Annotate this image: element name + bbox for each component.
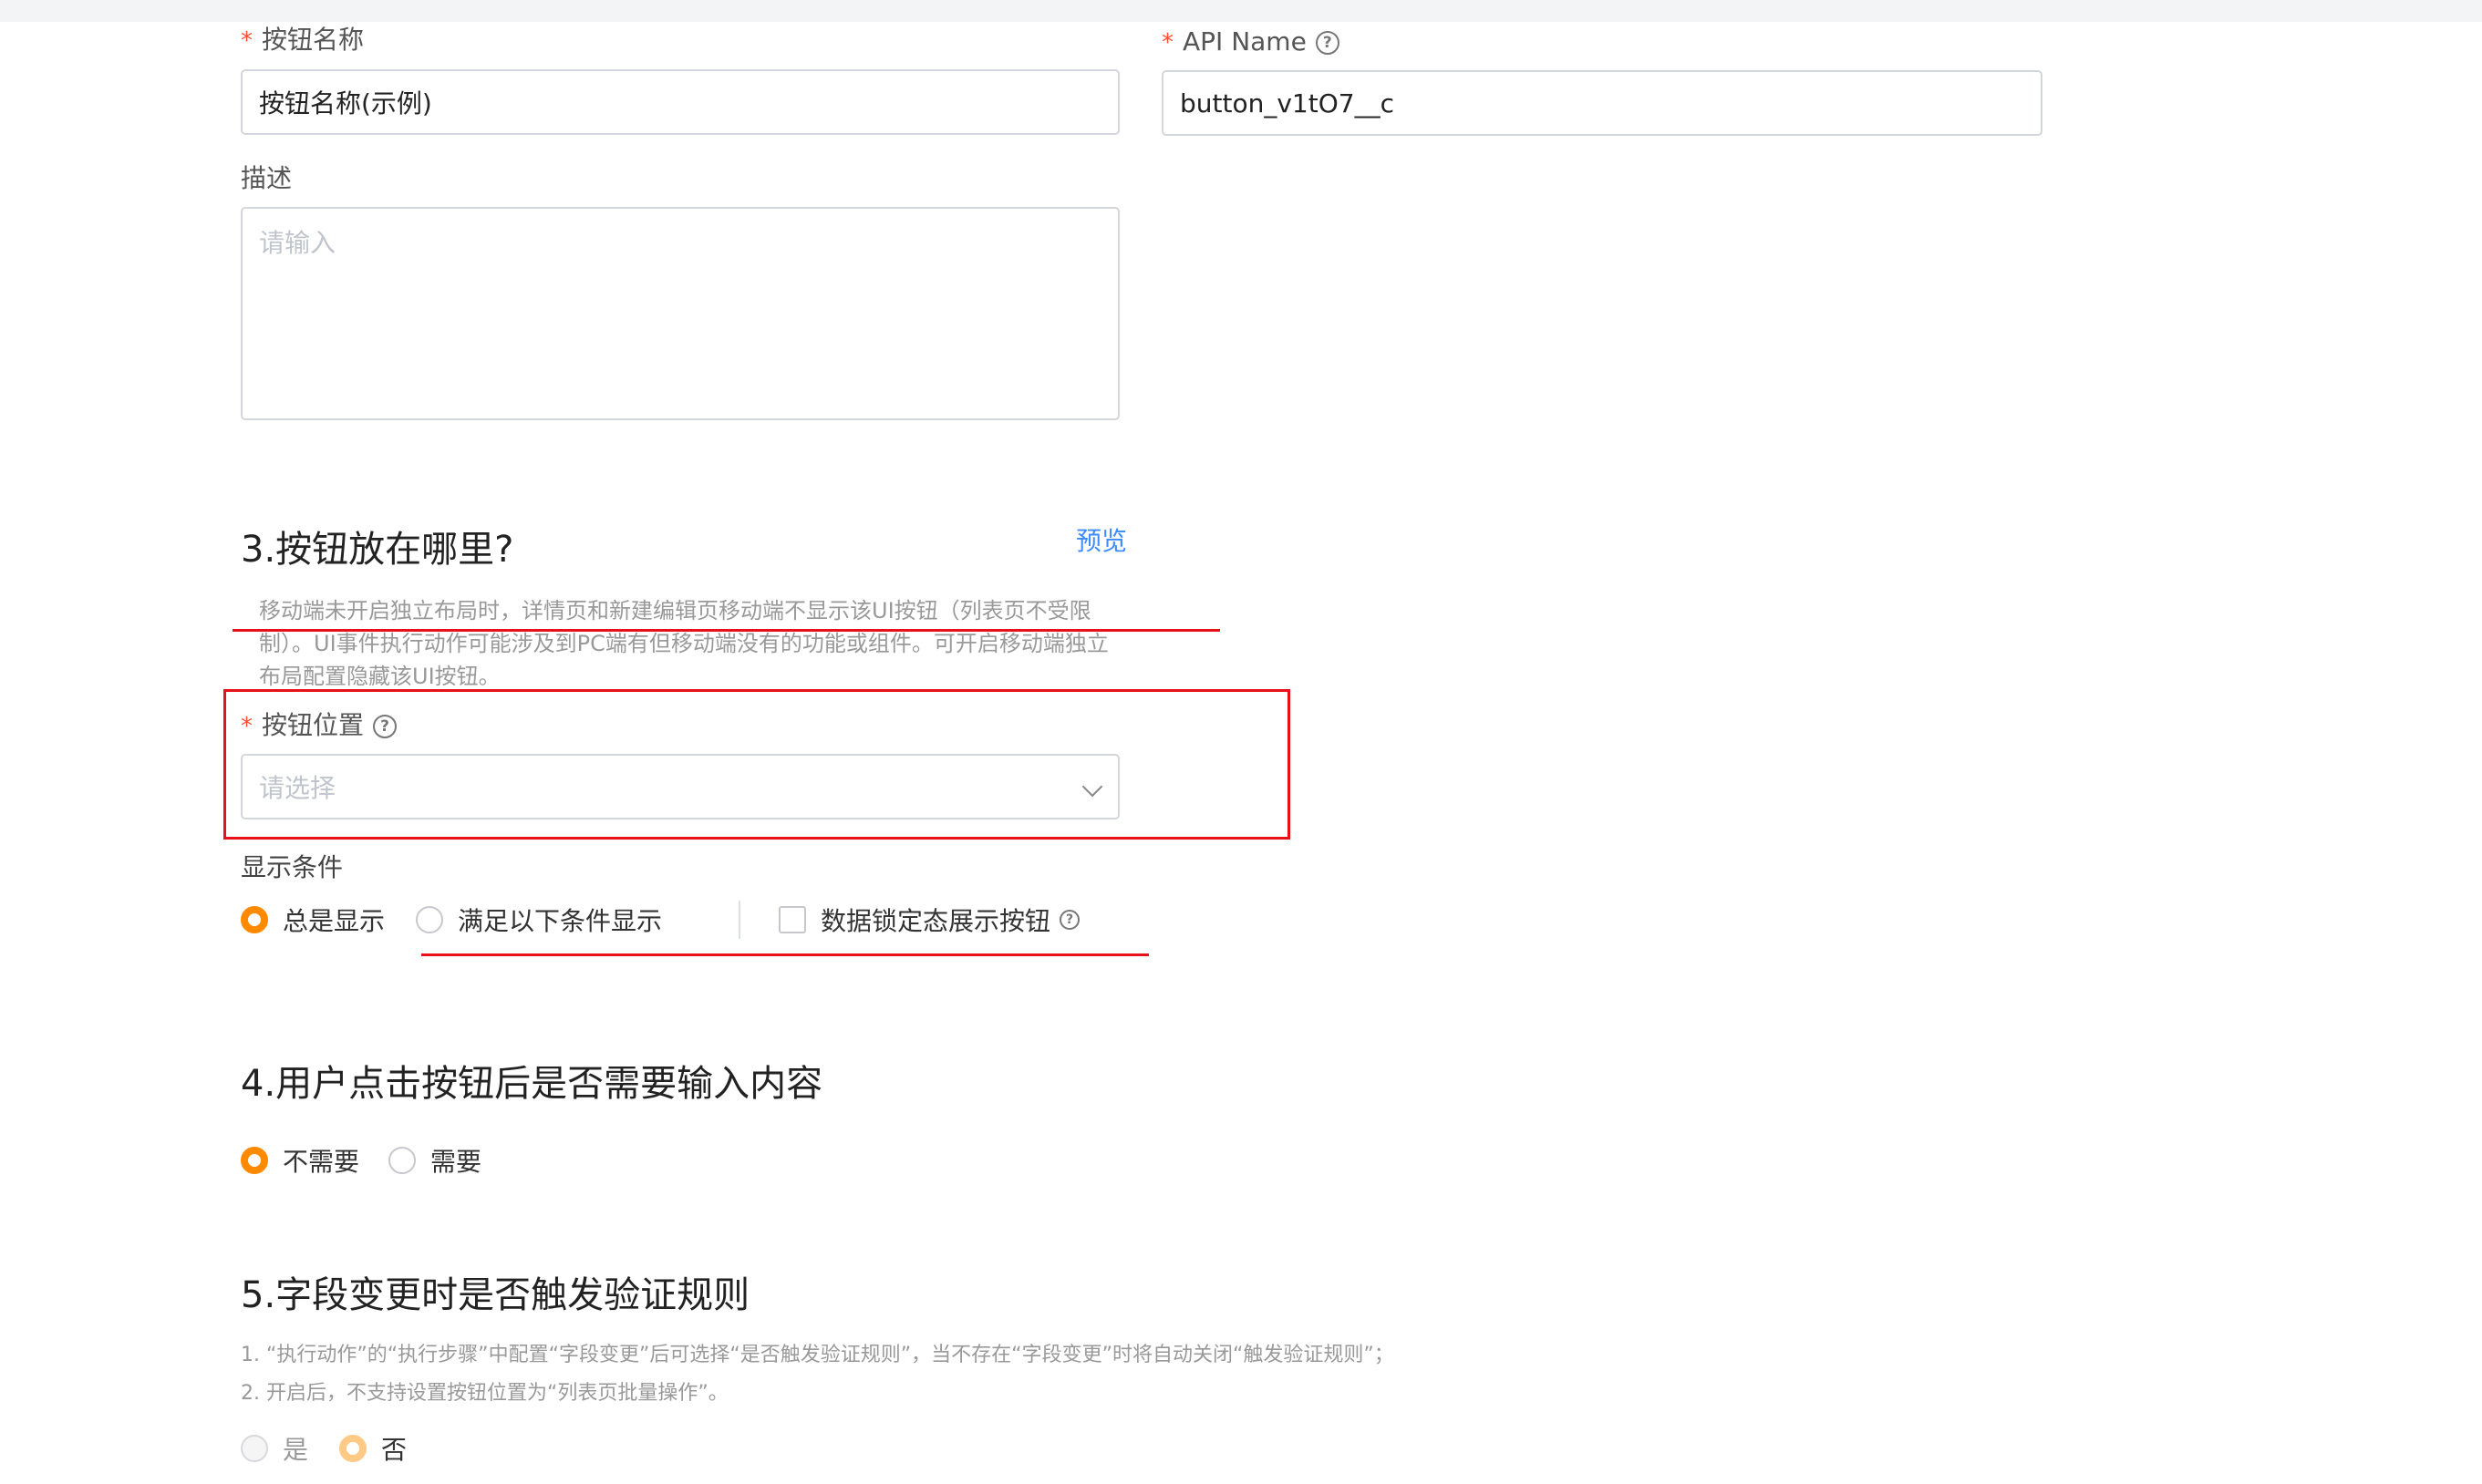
button-position-label: * 按钮位置? (241, 709, 398, 743)
radio-label[interactable]: 否 (381, 1430, 407, 1467)
preview-link[interactable]: 预览 (1076, 521, 1127, 558)
button-name-label-text: 按钮名称 (262, 25, 365, 55)
radio-yes[interactable] (241, 1435, 268, 1462)
api-name-value: button_v1tO7__c (1180, 88, 1394, 119)
note-line: 1. “执行动作”的“执行步骤”中配置“字段变更”后可选择“是否触发验证规则”，… (241, 1344, 1394, 1366)
question-circle-icon[interactable]: ? (1060, 910, 1081, 930)
mobile-layout-note: 移动端未开启独立布局时，详情页和新建编辑页移动端不显示该UI按钮（列表页不受限 … (259, 594, 1134, 693)
validation-notes: 1. “执行动作”的“执行步骤”中配置“字段变更”后可选择“是否触发验证规则”，… (241, 1336, 1394, 1413)
section-4-title: 4.用户点击按钮后是否需要输入内容 (241, 1063, 823, 1105)
note-line: 布局配置隐藏该UI按钮。 (259, 664, 501, 689)
button-position-select[interactable]: 请选择 (241, 754, 1120, 819)
top-bar-strip (0, 0, 2482, 22)
button-position-label-text: 按钮位置 (262, 710, 365, 740)
note-line: 2. 开启后，不支持设置按钮位置为“列表页批量操作”。 (241, 1382, 729, 1405)
radio-not-needed[interactable] (241, 1147, 268, 1174)
description-label: 描述 (241, 163, 293, 193)
radio-label[interactable]: 总是显示 (283, 902, 385, 938)
radio-label[interactable]: 需要 (430, 1142, 481, 1179)
radio-label[interactable]: 不需要 (283, 1142, 359, 1179)
radio-label[interactable]: 满足以下条件显示 (458, 902, 662, 938)
description-placeholder: 请输入 (259, 228, 336, 258)
radio-label[interactable]: 是 (283, 1430, 308, 1467)
note-line: 制）。UI事件执行动作可能涉及到PC端有但移动端没有的功能或组件。可开启移动端独… (259, 631, 1109, 656)
button-position-placeholder: 请选择 (259, 773, 336, 803)
api-name-label: * API Name? (1162, 26, 1339, 59)
radio-no[interactable] (339, 1435, 367, 1462)
button-name-label: * 按钮名称 (241, 24, 364, 57)
section-5-title: 5.字段变更时是否触发验证规则 (241, 1274, 750, 1316)
required-mark: * (241, 27, 253, 55)
annotation-underline-options (421, 953, 1149, 956)
button-name-input[interactable]: 按钮名称(示例) (241, 69, 1120, 135)
display-condition-options: 总是显示 满足以下条件显示 数据锁定态展示按钮 ? (241, 901, 1081, 939)
section-3-title: 3.按钮放在哪里? (241, 529, 514, 571)
api-name-input[interactable]: button_v1tO7__c (1162, 70, 2042, 136)
display-condition-label: 显示条件 (241, 852, 344, 882)
chevron-down-icon (1081, 776, 1103, 798)
api-name-label-text: API Name (1183, 26, 1307, 57)
required-mark: * (241, 713, 253, 740)
radio-always-show[interactable] (241, 906, 268, 933)
trigger-validation-options: 是 否 (241, 1429, 407, 1468)
input-required-options: 不需要 需要 (241, 1141, 481, 1180)
button-name-value: 按钮名称(示例) (259, 88, 432, 119)
description-textarea[interactable]: 请输入 (241, 207, 1120, 420)
divider (739, 901, 741, 939)
question-circle-icon[interactable]: ? (373, 715, 398, 738)
question-circle-icon[interactable]: ? (1315, 31, 1339, 55)
lock-state-checkbox[interactable] (779, 906, 807, 933)
radio-needed[interactable] (388, 1147, 417, 1174)
radio-conditional-show[interactable] (416, 906, 444, 933)
note-line: 移动端未开启独立布局时，详情页和新建编辑页移动端不显示该UI按钮（列表页不受限 (259, 598, 1091, 623)
required-mark: * (1162, 29, 1174, 57)
checkbox-label[interactable]: 数据锁定态展示按钮 (821, 902, 1050, 938)
annotation-underline-note (233, 629, 1220, 632)
